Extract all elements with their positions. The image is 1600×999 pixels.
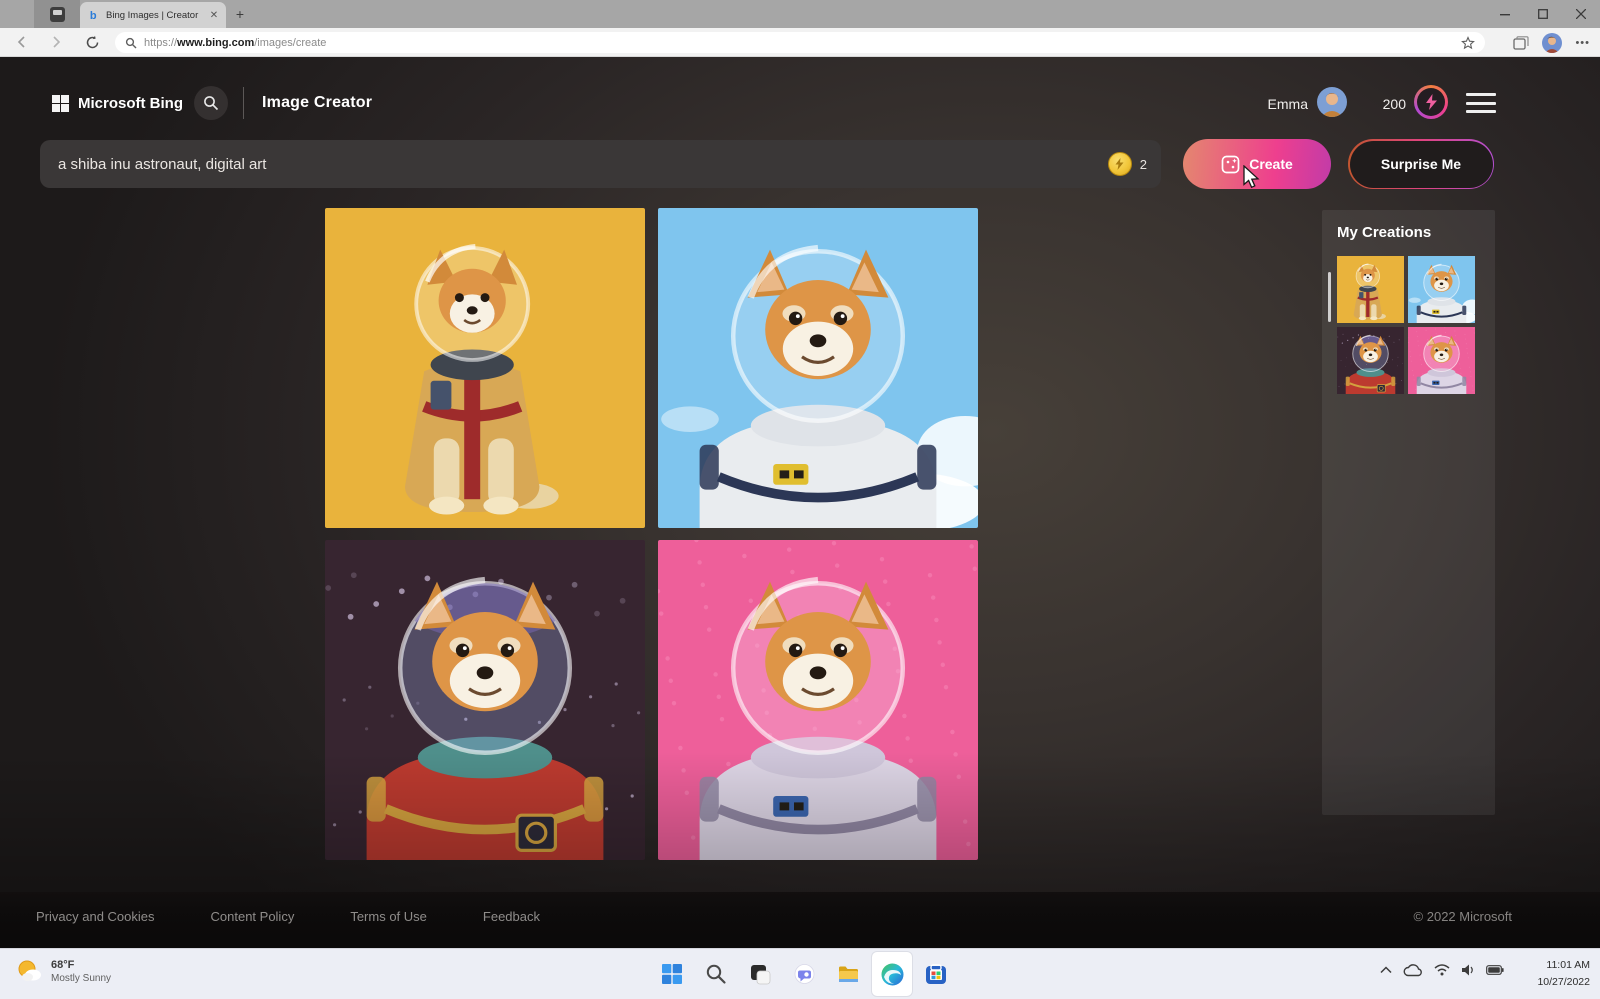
generated-image-1[interactable] (325, 208, 645, 528)
address-bar[interactable]: https://www.bing.com/images/create (115, 32, 1485, 53)
boost-icon[interactable] (1414, 85, 1448, 119)
new-tab-icon[interactable]: + (232, 6, 248, 22)
site-header: Microsoft Bing Image Creator Emma 200 (0, 57, 1600, 149)
user-name[interactable]: Emma (1263, 96, 1308, 112)
my-creations-panel: My Creations (1322, 210, 1495, 815)
onedrive-icon[interactable] (1403, 963, 1423, 977)
browser-workspace-button[interactable] (34, 0, 80, 28)
forward-icon[interactable] (47, 33, 65, 51)
dice-icon (1221, 155, 1240, 174)
windows-taskbar: 68°F Mostly Sunny 11: (0, 948, 1600, 999)
weather-desc: Mostly Sunny (51, 973, 111, 984)
bing-image-creator-page: Microsoft Bing Image Creator Emma 200 a … (0, 57, 1600, 948)
weather-widget[interactable]: 68°F Mostly Sunny (14, 956, 111, 986)
maximize-icon[interactable] (1524, 0, 1562, 28)
create-label: Create (1249, 156, 1293, 172)
start-icon[interactable] (652, 952, 692, 996)
back-icon[interactable] (13, 33, 31, 51)
chat-icon[interactable] (784, 952, 824, 996)
clock-time: 11:01 AM (1537, 957, 1590, 974)
chevron-up-icon[interactable] (1380, 966, 1392, 974)
footer-link-privacy[interactable]: Privacy and Cookies (36, 909, 155, 924)
close-tab-icon[interactable]: ✕ (208, 10, 220, 21)
microsoft-store-icon[interactable] (916, 952, 956, 996)
creations-thumbnails (1337, 256, 1477, 394)
wifi-icon[interactable] (1434, 964, 1450, 976)
close-icon[interactable] (1562, 0, 1600, 28)
bing-favicon-icon: b (89, 9, 100, 21)
task-view-icon[interactable] (740, 952, 780, 996)
svg-text:b: b (90, 10, 97, 21)
url-text: https://www.bing.com/images/create (144, 37, 326, 49)
refresh-icon[interactable] (83, 33, 101, 51)
creation-thumbnail-2[interactable] (1408, 256, 1475, 323)
generated-image-4[interactable] (658, 540, 978, 860)
browser-tab[interactable]: b Bing Images | Creator ✕ (80, 2, 226, 28)
weather-icon (14, 956, 44, 986)
generated-images-grid (325, 208, 978, 860)
weather-temp: 68°F (51, 959, 111, 971)
browser-toolbar: https://www.bing.com/images/create ••• (0, 28, 1600, 57)
tab-title: Bing Images | Creator (106, 10, 202, 21)
boosts-remaining: 2 (1140, 157, 1147, 172)
taskbar-search-icon[interactable] (696, 952, 736, 996)
footer-link-content-policy[interactable]: Content Policy (211, 909, 295, 924)
create-button[interactable]: Create (1183, 139, 1331, 189)
creation-thumbnail-4[interactable] (1408, 327, 1475, 394)
user-avatar[interactable] (1317, 87, 1347, 117)
browser-profile-avatar[interactable] (1542, 33, 1562, 53)
search-icon (125, 37, 137, 49)
generated-image-3[interactable] (325, 540, 645, 860)
header-divider (243, 87, 244, 119)
file-explorer-icon[interactable] (828, 952, 868, 996)
minimize-icon[interactable] (1486, 0, 1524, 28)
clock-date: 10/27/2022 (1537, 974, 1590, 991)
workspace-icon (50, 7, 65, 22)
creations-scrollbar[interactable] (1328, 272, 1331, 322)
prompt-text: a shiba inu astronaut, digital art (58, 156, 1108, 173)
favorites-star-icon[interactable] (1461, 36, 1475, 50)
site-footer: Privacy and Cookies Content Policy Terms… (0, 892, 1600, 948)
footer-link-feedback[interactable]: Feedback (483, 909, 540, 924)
battery-icon[interactable] (1486, 965, 1504, 975)
microsoft-logo-icon (52, 95, 69, 112)
my-creations-title: My Creations (1337, 224, 1431, 241)
browser-tabstrip: b Bing Images | Creator ✕ + (0, 0, 1600, 28)
collections-icon[interactable] (1513, 36, 1529, 50)
generated-image-2[interactable] (658, 208, 978, 528)
edge-icon[interactable] (872, 952, 912, 996)
taskbar-clock[interactable]: 11:01 AM 10/27/2022 (1537, 957, 1590, 991)
hamburger-icon[interactable] (1466, 93, 1496, 113)
prompt-input[interactable]: a shiba inu astronaut, digital art 2 (40, 140, 1161, 188)
page-title: Image Creator (262, 94, 372, 112)
system-tray (1380, 963, 1504, 977)
copyright: © 2022 Microsoft (1414, 909, 1512, 924)
more-dots-icon[interactable]: ••• (1575, 37, 1590, 49)
surprise-label: Surprise Me (1381, 156, 1461, 172)
brand-name[interactable]: Microsoft Bing (78, 95, 183, 112)
taskbar-apps (652, 952, 956, 996)
creation-thumbnail-3[interactable] (1337, 327, 1404, 394)
creation-thumbnail-1[interactable] (1337, 256, 1404, 323)
footer-link-terms[interactable]: Terms of Use (350, 909, 427, 924)
surprise-me-button[interactable]: Surprise Me (1348, 139, 1494, 189)
coin-icon (1108, 152, 1132, 176)
search-icon (203, 95, 219, 111)
volume-icon[interactable] (1461, 964, 1475, 976)
header-search-button[interactable] (194, 86, 228, 120)
credits-count: 200 (1372, 96, 1406, 112)
